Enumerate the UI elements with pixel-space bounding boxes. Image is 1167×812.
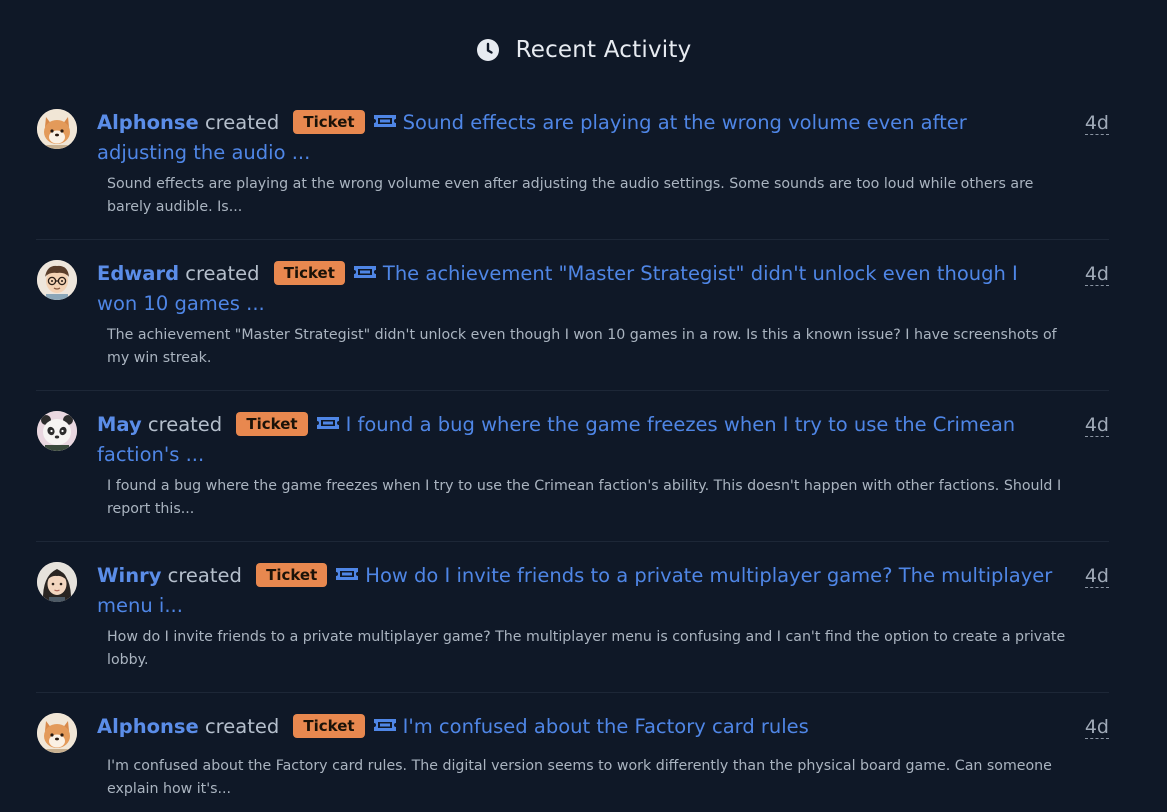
user-name[interactable]: Alphonse [97,111,199,134]
activity-verb: created [147,413,223,436]
activity-header: Recent Activity [0,37,1167,63]
user-name[interactable]: Alphonse [97,715,199,738]
recent-activity-page: Recent Activity Alphonse created Ticket … [0,0,1167,812]
girl-avatar-icon [37,562,77,602]
activity-description: The achievement "Master Strategist" didn… [107,327,1057,366]
user-name[interactable]: Edward [97,262,179,285]
activity-description: Sound effects are playing at the wrong v… [107,176,1034,215]
relative-time: 4d [1084,263,1109,286]
ticket-badge: Ticket [293,714,365,738]
clock-icon [476,38,500,62]
relative-time: 4d [1084,716,1109,739]
glasses-avatar-icon [37,260,77,300]
avatar[interactable] [37,562,77,602]
page-title: Recent Activity [515,37,692,63]
ticket-title-link[interactable]: I found a bug where the game freezes whe… [97,413,1015,466]
activity-item: May created Ticket I found a bug where th… [36,396,1109,542]
panda-avatar-icon [37,411,77,451]
ticket-icon [335,561,359,580]
activity-headline: May created Ticket I found a bug where th… [97,410,1057,470]
ticket-badge: Ticket [236,412,308,436]
ticket-icon [353,259,377,278]
activity-description: I'm confused about the Factory card rule… [107,758,1052,797]
ticket-icon [373,108,397,127]
ticket-title-link[interactable]: I'm confused about the Factory card rule… [403,715,809,738]
activity-item: Alphonse created Ticket I'm confused abou… [36,698,1109,812]
activity-feed: Alphonse created Ticket Sound effects are… [36,94,1109,812]
ticket-icon [373,712,397,731]
activity-verb: created [185,262,260,285]
activity-description: I found a bug where the game freezes whe… [107,478,1062,517]
shiba-avatar-icon [37,109,77,149]
activity-item: Winry created Ticket How do I invite frie… [36,547,1109,693]
avatar[interactable] [37,109,77,149]
shiba-avatar-icon [37,713,77,753]
relative-time: 4d [1084,565,1109,588]
ticket-badge: Ticket [273,261,345,285]
activity-item: Edward created Ticket The achievement "Ma… [36,245,1109,391]
ticket-badge: Ticket [293,110,365,134]
activity-headline: Edward created Ticket The achievement "Ma… [97,259,1057,319]
user-name[interactable]: Winry [97,564,161,587]
avatar[interactable] [37,411,77,451]
ticket-badge: Ticket [256,563,328,587]
avatar[interactable] [37,260,77,300]
activity-verb: created [204,715,280,738]
activity-verb: created [167,564,242,587]
activity-headline: Alphonse created Ticket Sound effects are… [97,108,1057,168]
activity-verb: created [204,111,280,134]
activity-description: How do I invite friends to a private mul… [107,629,1066,668]
avatar[interactable] [37,713,77,753]
ticket-icon [316,410,340,429]
activity-item: Alphonse created Ticket Sound effects are… [36,94,1109,240]
relative-time: 4d [1084,414,1109,437]
activity-headline: Alphonse created Ticket I'm confused abou… [97,712,1057,742]
activity-headline: Winry created Ticket How do I invite frie… [97,561,1057,621]
relative-time: 4d [1084,112,1109,135]
user-name[interactable]: May [97,413,142,436]
